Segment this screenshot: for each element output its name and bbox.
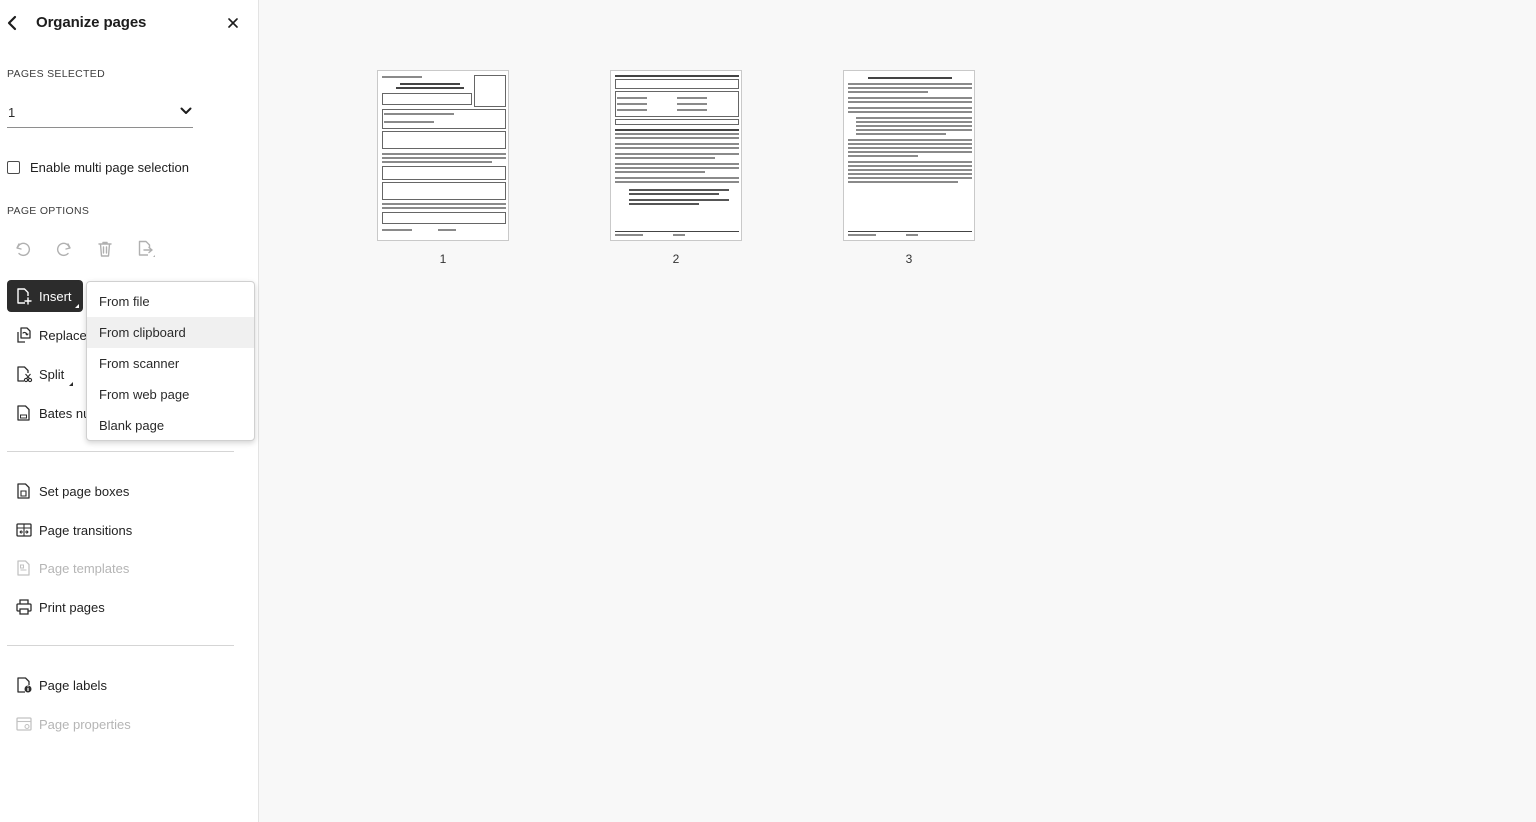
redo-icon <box>56 242 71 256</box>
page-number-label: 1 <box>439 252 447 266</box>
page-transitions-button[interactable]: Page transitions <box>7 514 132 546</box>
page-properties-label: Page properties <box>39 716 131 732</box>
panel-header: Organize pages <box>0 0 259 48</box>
checkbox-box[interactable] <box>7 160 20 174</box>
bates-numbering-button[interactable]: Bates nu <box>7 397 90 429</box>
page-thumbnail-canvas: 1 2 3 <box>260 0 1536 822</box>
bates-numbering-icon <box>15 404 33 422</box>
chevron-down-icon <box>180 107 192 114</box>
page-templates-icon <box>15 559 33 577</box>
multi-page-selection-checkbox[interactable]: Enable multi page selection <box>7 157 189 177</box>
page-transitions-icon <box>15 521 33 539</box>
panel-title: Organize pages <box>36 14 147 31</box>
page-options-label: PAGE OPTIONS <box>7 205 90 217</box>
bates-numbering-label: Bates nu <box>39 405 91 421</box>
insert-label: Insert <box>39 288 72 304</box>
page-labels-label: Page labels <box>39 677 107 693</box>
extract-icon <box>138 240 155 257</box>
page-thumbnail[interactable] <box>610 70 742 241</box>
split-button[interactable]: Split <box>7 358 77 390</box>
chevron-left-icon <box>7 15 17 31</box>
close-icon <box>228 18 238 28</box>
multi-page-selection-label: Enable multi page selection <box>30 159 189 175</box>
pages-selected-label: PAGES SELECTED <box>7 68 105 80</box>
back-button[interactable] <box>4 13 20 33</box>
submenu-indicator-icon <box>69 382 73 386</box>
menu-item-from-file[interactable]: From file <box>87 286 254 317</box>
submenu-indicator-icon <box>75 304 79 308</box>
redo-button[interactable] <box>53 238 75 260</box>
page-number-label: 3 <box>905 252 913 266</box>
page-templates-label: Page templates <box>39 560 130 576</box>
close-button[interactable] <box>225 15 241 31</box>
menu-item-blank-page[interactable]: Blank page <box>87 410 254 441</box>
print-pages-button[interactable]: Print pages <box>7 591 105 623</box>
menu-item-from-web-page[interactable]: From web page <box>87 379 254 410</box>
insert-page-icon <box>15 287 33 305</box>
page-templates-button[interactable]: Page templates <box>7 552 129 584</box>
set-page-boxes-label: Set page boxes <box>39 483 130 499</box>
undo-icon <box>16 242 31 256</box>
insert-dropdown-menu: From file From clipboard From scanner Fr… <box>86 281 255 441</box>
pages-selected-value: 1 <box>8 105 16 120</box>
page-properties-icon <box>15 715 33 733</box>
page-properties-button[interactable]: Page properties <box>7 708 131 740</box>
undo-button[interactable] <box>12 238 34 260</box>
replace-button[interactable]: Replace <box>7 319 87 351</box>
page-labels-icon <box>15 676 33 694</box>
organize-pages-panel: Organize pages PAGES SELECTED 1 Enable m… <box>0 0 259 822</box>
section-divider <box>7 645 234 646</box>
pages-selected-dropdown[interactable]: 1 <box>7 100 193 128</box>
trash-icon <box>98 241 112 257</box>
page-transitions-label: Page transitions <box>39 522 133 538</box>
page-thumbnail[interactable] <box>377 70 509 241</box>
replace-label: Replace <box>39 327 87 343</box>
printer-icon <box>15 598 33 616</box>
section-divider <box>7 451 234 452</box>
split-label: Split <box>39 366 65 382</box>
extract-button[interactable] <box>135 238 157 260</box>
insert-button[interactable]: Insert <box>7 280 83 312</box>
page-labels-button[interactable]: Page labels <box>7 669 107 701</box>
menu-item-from-scanner[interactable]: From scanner <box>87 348 254 379</box>
replace-page-icon <box>15 326 33 344</box>
delete-button[interactable] <box>94 238 116 260</box>
page-tools-row <box>12 238 176 260</box>
split-page-icon <box>15 365 33 383</box>
page-boxes-icon <box>15 482 33 500</box>
print-pages-label: Print pages <box>39 599 105 615</box>
set-page-boxes-button[interactable]: Set page boxes <box>7 475 129 507</box>
menu-item-from-clipboard[interactable]: From clipboard <box>87 317 254 348</box>
page-thumbnail[interactable] <box>843 70 975 241</box>
page-number-label: 2 <box>672 252 680 266</box>
